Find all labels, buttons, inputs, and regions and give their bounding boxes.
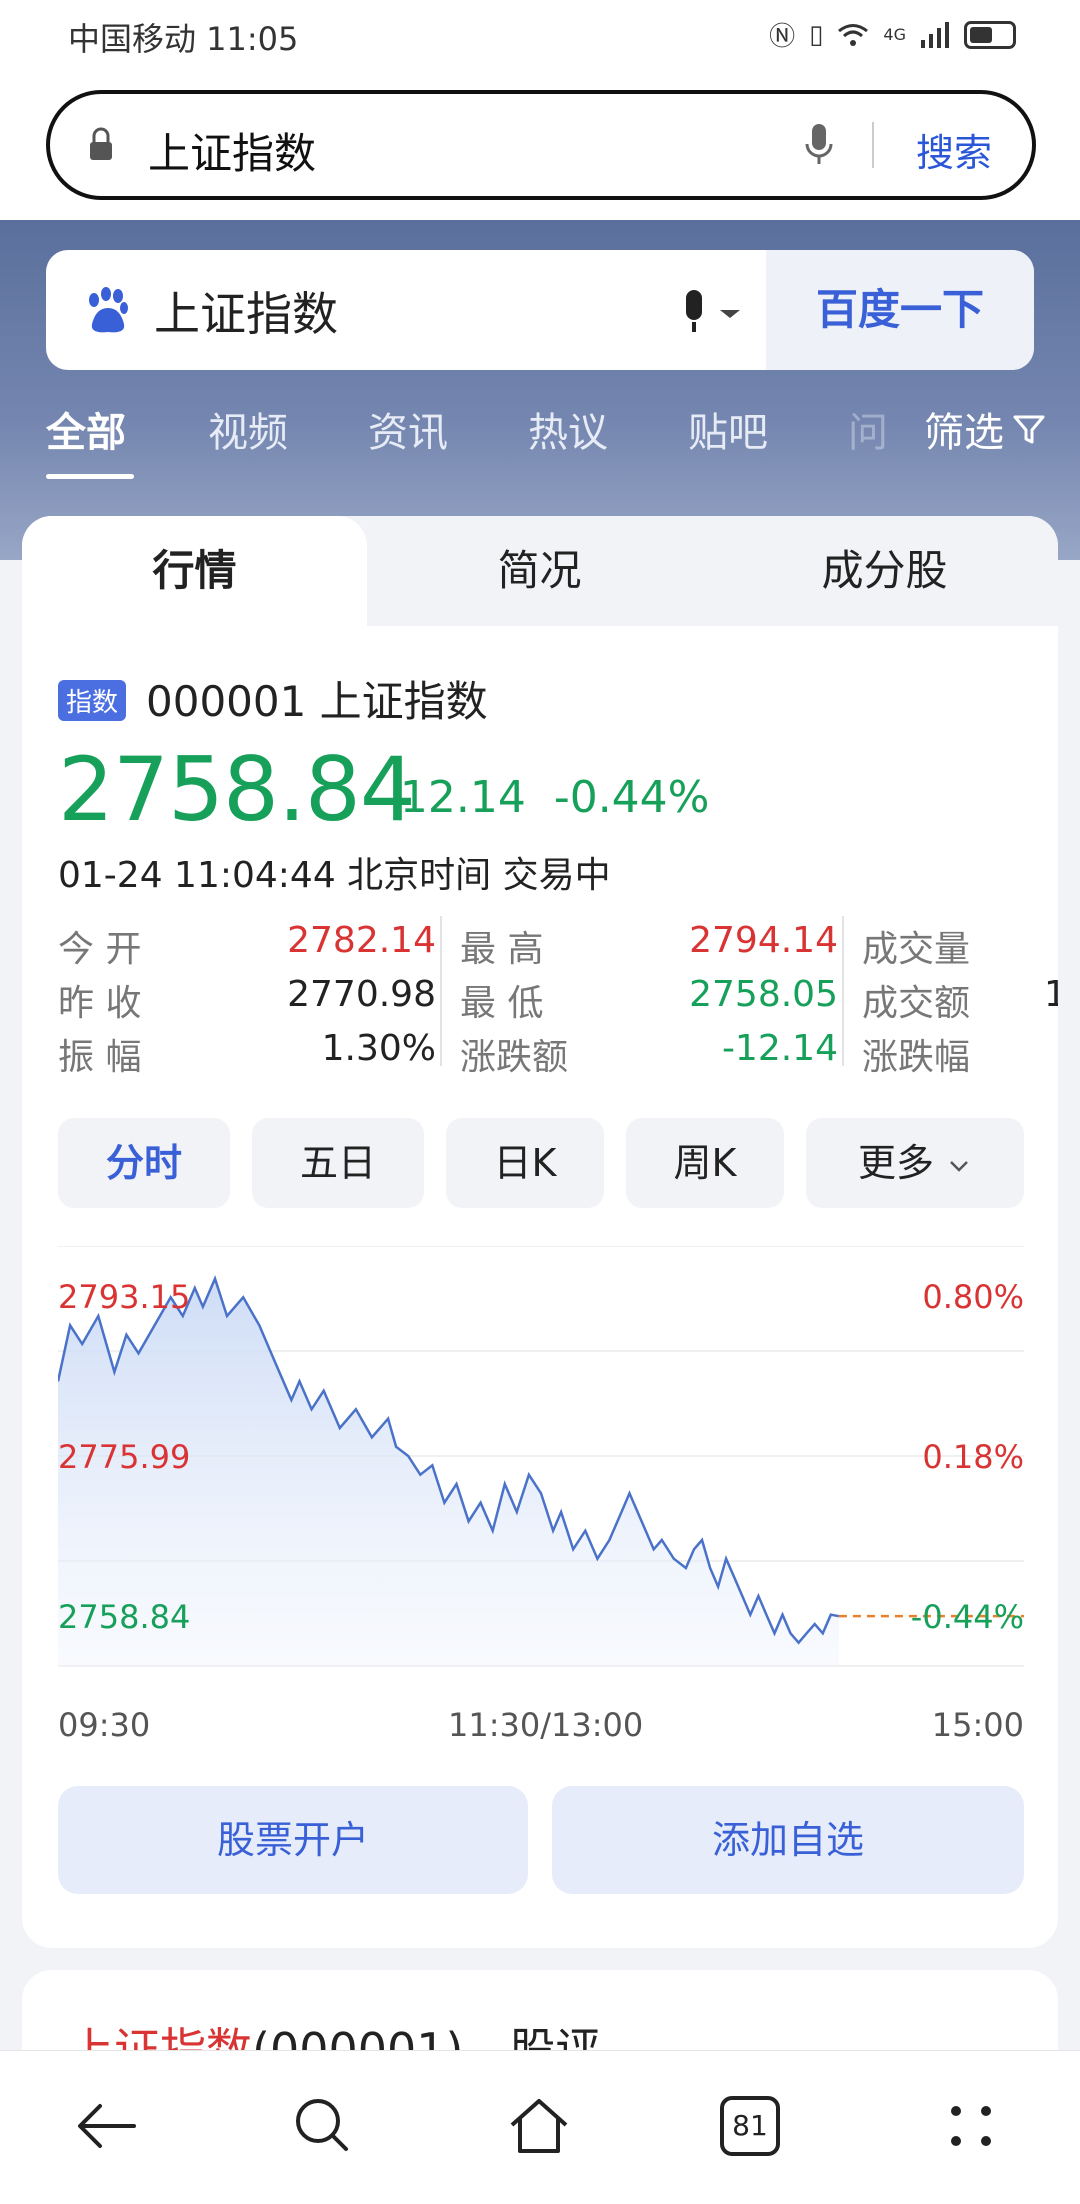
tab-constituents[interactable]: 成分股 bbox=[712, 516, 1057, 626]
range-tab-5day[interactable]: 五日 bbox=[252, 1118, 424, 1208]
range-tab-intraday[interactable]: 分时 bbox=[58, 1118, 230, 1208]
index-badge: 指数 bbox=[58, 680, 127, 721]
stat-amount-label: 成交额 bbox=[862, 983, 971, 1024]
stat-amount: 1 bbox=[1044, 974, 1058, 1015]
tab-underline bbox=[46, 474, 134, 479]
stat-volume-label: 成交量 bbox=[862, 929, 971, 970]
tab-news[interactable]: 资讯 bbox=[368, 400, 448, 458]
baidu-paw-icon bbox=[89, 287, 128, 333]
price-change: -12.14 -0.44% bbox=[384, 772, 709, 823]
x-tick-label: 11:30/13:00 bbox=[448, 1706, 644, 1744]
index-code-name: 000001 上证指数 bbox=[146, 677, 488, 726]
range-tabs: 分时 五日 日K 周K 更多 bbox=[58, 1118, 1024, 1208]
wifi-icon bbox=[838, 23, 869, 46]
stat-low-label: 最 低 bbox=[460, 983, 544, 1024]
stats-divider bbox=[440, 916, 442, 1066]
x-tick-label: 15:00 bbox=[931, 1706, 1024, 1744]
range-tab-more[interactable]: 更多 bbox=[806, 1118, 1024, 1208]
stat-change-amt: -12.14 bbox=[721, 1028, 838, 1069]
tabs-count-button[interactable]: 81 bbox=[720, 2096, 780, 2156]
filter-icon bbox=[1013, 415, 1045, 444]
y-left-tick-label: 2758.84 bbox=[58, 1598, 190, 1636]
address-text[interactable]: 上证指数 bbox=[148, 120, 316, 181]
network-type: 4G bbox=[883, 25, 906, 44]
lock-icon bbox=[90, 127, 112, 160]
stat-open-label: 今 开 bbox=[58, 929, 142, 970]
stat-change-pct-label: 涨跌幅 bbox=[862, 1037, 971, 1078]
mic-icon[interactable] bbox=[804, 120, 834, 170]
range-tab-weekly[interactable]: 周K bbox=[626, 1118, 784, 1208]
stat-open: 2782.14 bbox=[287, 920, 436, 961]
stat-prev-close: 2770.98 bbox=[287, 974, 436, 1015]
y-left-tick-label: 2793.15 bbox=[58, 1278, 190, 1316]
tab-ask[interactable]: 问 bbox=[848, 400, 888, 458]
intraday-chart[interactable]: 2793.15 2775.99 2758.84 0.80% 0.18% -0.44% bbox=[58, 1246, 1024, 1686]
vibrate-icon: ▯ bbox=[809, 19, 824, 50]
search-query-text[interactable]: 上证指数 bbox=[154, 278, 338, 344]
status-bar: 中国移动 11:05 Ⓝ ▯ 4G bbox=[0, 0, 1080, 68]
stat-low: 2758.05 bbox=[689, 974, 838, 1015]
baidu-search-button[interactable]: 百度一下 bbox=[766, 250, 1034, 370]
browser-toolbar: 上证指数 搜索 bbox=[0, 68, 1080, 220]
filter-label: 筛选 bbox=[924, 410, 1004, 456]
stat-amplitude-label: 振 幅 bbox=[58, 1037, 142, 1078]
status-carrier-time: 中国移动 11:05 bbox=[68, 20, 299, 58]
quote-card: 行情 简况 成分股 指数 000001 上证指数 2758.84 -12.14 … bbox=[22, 516, 1058, 1948]
search-icon[interactable] bbox=[288, 2091, 358, 2161]
y-right-tick-label: 0.18% bbox=[922, 1438, 1024, 1476]
search-tabs: 全部 视频 资讯 热议 贴吧 问 筛选 bbox=[46, 400, 1046, 480]
stat-amplitude: 1.30% bbox=[321, 1028, 436, 1069]
tab-quote[interactable]: 行情 bbox=[22, 516, 367, 626]
more-label: 更多 bbox=[857, 1141, 934, 1185]
stats-divider bbox=[842, 916, 844, 1066]
back-arrow-icon[interactable] bbox=[72, 2091, 142, 2161]
add-watchlist-button[interactable]: 添加自选 bbox=[552, 1786, 1024, 1894]
change-amount: -12.14 bbox=[384, 772, 526, 823]
range-tab-daily[interactable]: 日K bbox=[446, 1118, 604, 1208]
x-tick-label: 09:30 bbox=[58, 1706, 151, 1744]
status-icons: Ⓝ ▯ 4G bbox=[769, 16, 1016, 53]
browser-search-button[interactable]: 搜索 bbox=[916, 122, 992, 177]
stat-change-amt-label: 涨跌额 bbox=[460, 1037, 569, 1078]
baidu-search-box[interactable]: 上证指数 百度一下 bbox=[46, 250, 1034, 370]
stat-prev-close-label: 昨 收 bbox=[58, 983, 142, 1024]
address-bar[interactable]: 上证指数 搜索 bbox=[46, 90, 1036, 200]
change-percent: -0.44% bbox=[553, 772, 710, 823]
search-header: 上证指数 百度一下 全部 视频 资讯 热议 贴吧 问 筛选 bbox=[0, 220, 1080, 560]
voice-search-icon[interactable] bbox=[672, 288, 752, 338]
battery-icon bbox=[964, 20, 1016, 49]
quote-tabs: 行情 简况 成分股 bbox=[22, 516, 1058, 626]
quote-time-status: 01-24 11:04:44 北京时间 交易中 bbox=[58, 855, 611, 896]
open-account-button[interactable]: 股票开户 bbox=[58, 1786, 528, 1894]
y-right-tick-label: -0.44% bbox=[911, 1598, 1024, 1636]
chevron-down-icon bbox=[950, 1160, 968, 1172]
stat-high-label: 最 高 bbox=[460, 929, 544, 970]
tab-hot[interactable]: 热议 bbox=[528, 400, 608, 458]
y-right-tick-label: 0.80% bbox=[922, 1278, 1024, 1316]
nfc-icon: Ⓝ bbox=[769, 22, 796, 52]
current-price: 2758.84 bbox=[58, 738, 416, 841]
menu-dots-icon[interactable] bbox=[936, 2091, 1006, 2161]
bottom-nav: 81 bbox=[0, 2050, 1080, 2204]
address-divider bbox=[872, 122, 874, 168]
tab-tieba[interactable]: 贴吧 bbox=[688, 400, 768, 458]
home-icon[interactable] bbox=[504, 2091, 574, 2161]
stat-high: 2794.14 bbox=[689, 920, 838, 961]
y-left-tick-label: 2775.99 bbox=[58, 1438, 190, 1476]
tab-overview[interactable]: 简况 bbox=[367, 516, 712, 626]
tab-all[interactable]: 全部 bbox=[46, 400, 126, 458]
filter-button[interactable]: 筛选 bbox=[924, 400, 1046, 458]
tab-video[interactable]: 视频 bbox=[208, 400, 288, 458]
signal-icon bbox=[921, 21, 949, 48]
